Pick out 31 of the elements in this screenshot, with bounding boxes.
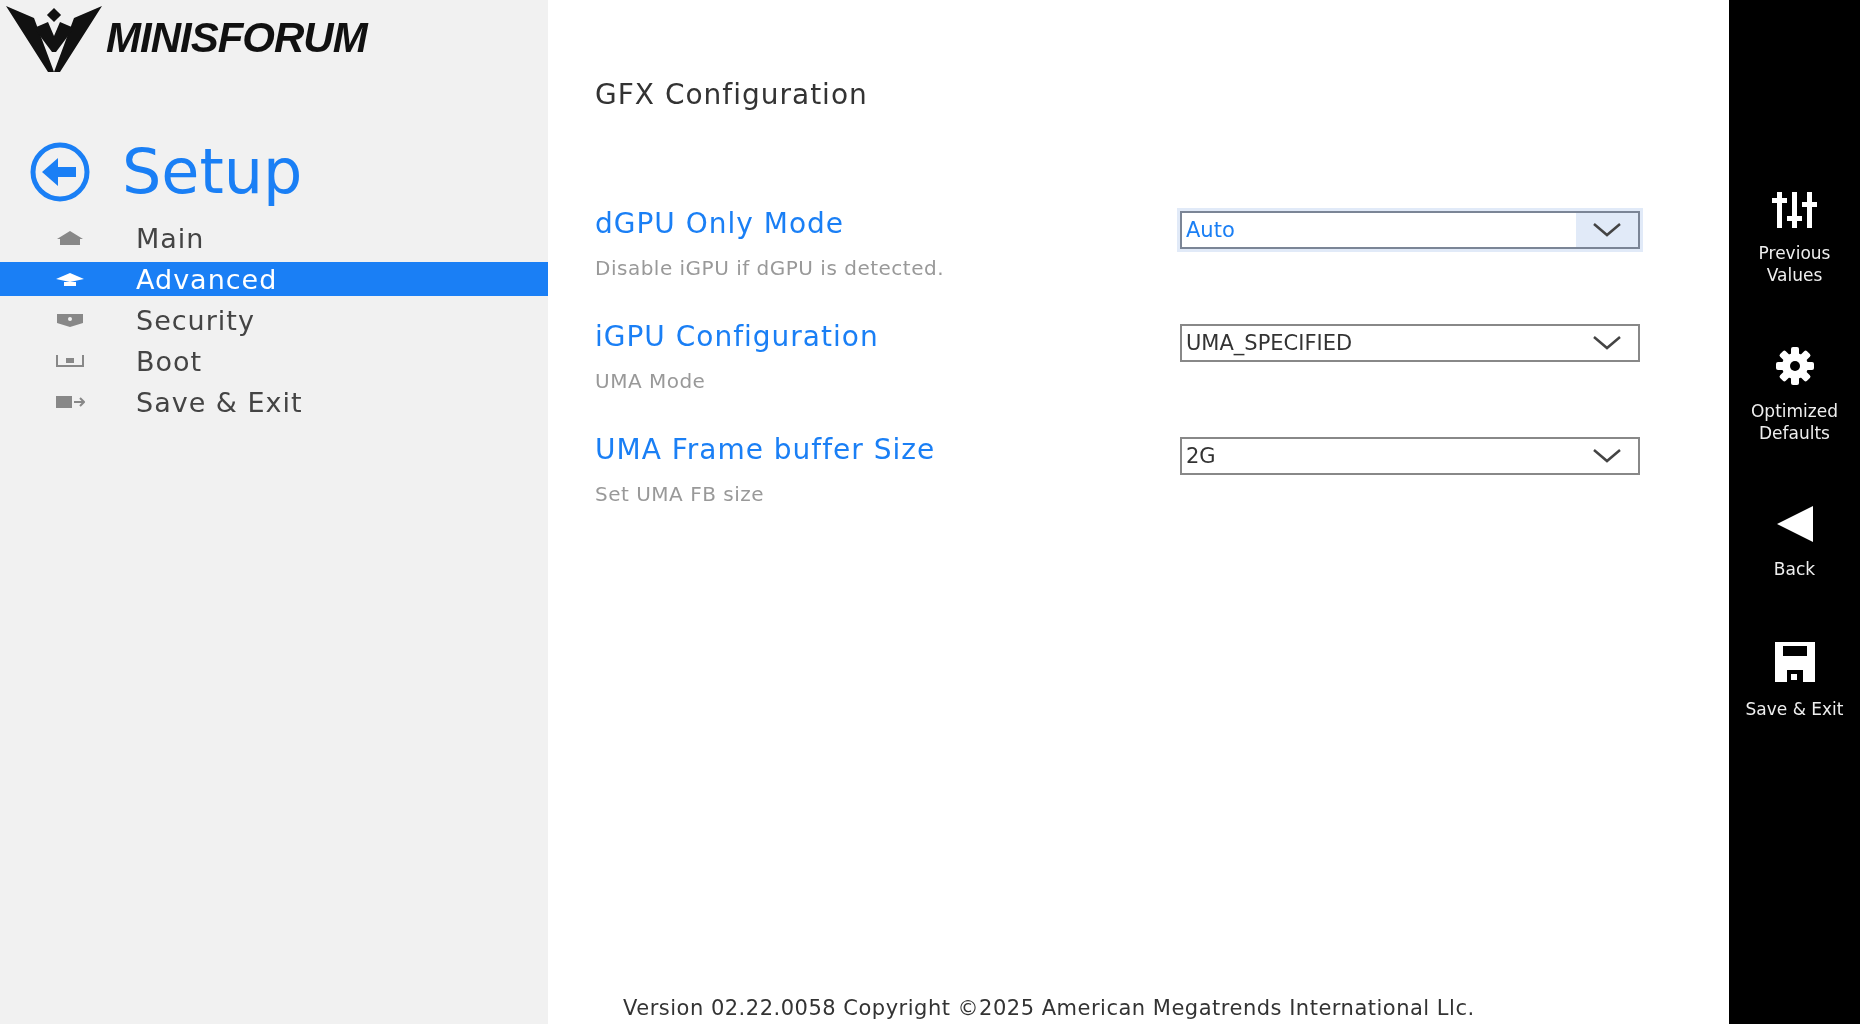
- action-button[interactable]: Previous Values: [1729, 192, 1860, 287]
- chevron-down-icon: [1592, 448, 1622, 464]
- dropdown[interactable]: UMA_SPECIFIED: [1180, 324, 1640, 362]
- action-button[interactable]: Save & Exit: [1729, 640, 1860, 721]
- menu-item[interactable]: Main: [0, 221, 548, 255]
- cap-icon: [55, 271, 85, 287]
- setting-label: dGPU Only Mode: [595, 207, 846, 240]
- laptop-icon: [55, 353, 85, 369]
- action-button[interactable]: Optimized Defaults: [1729, 346, 1860, 445]
- chevron-down-icon: [1592, 222, 1622, 238]
- chevron-down-icon: [1592, 335, 1622, 351]
- version-text: Version 02.22.0058 Copyright ©2025 American Megatrends International Llc.: [623, 996, 1476, 1020]
- menu-item[interactable]: Security: [0, 303, 548, 337]
- setting-description: Disable iGPU if dGPU is detected.: [595, 256, 946, 280]
- menu-item[interactable]: Boot: [0, 344, 548, 378]
- exit-icon: [55, 394, 85, 410]
- dropdown[interactable]: 2G: [1180, 437, 1640, 475]
- setting-label: iGPU Configuration: [595, 320, 880, 353]
- menu-item[interactable]: Save & Exit: [0, 385, 548, 419]
- sliders-icon: [1770, 192, 1819, 228]
- menu-item[interactable]: Advanced: [0, 262, 548, 296]
- setting-description: UMA Mode: [595, 369, 707, 393]
- house-icon: [55, 230, 85, 246]
- page-title: GFX Configuration: [595, 78, 869, 111]
- logo-text: MINISFORUM: [106, 14, 367, 62]
- setting-description: Set UMA FB size: [595, 482, 765, 506]
- setting-label: UMA Frame buffer Size: [595, 433, 937, 466]
- shield-icon: [55, 312, 85, 328]
- dropdown[interactable]: Auto: [1180, 211, 1640, 249]
- action-button[interactable]: Back: [1729, 504, 1860, 581]
- settings-icon: [1774, 346, 1815, 387]
